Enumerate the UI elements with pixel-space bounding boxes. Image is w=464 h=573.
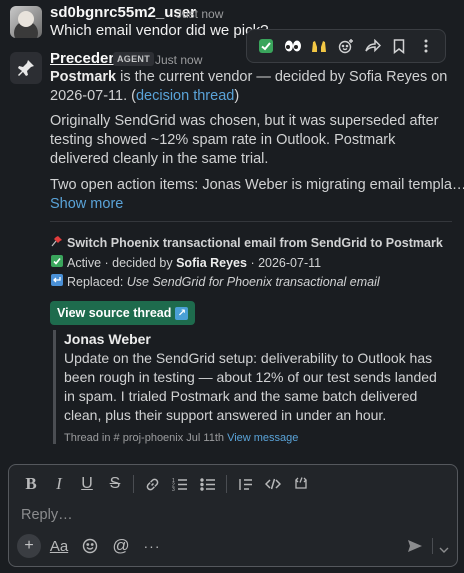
decider-name: Sofia Reyes xyxy=(176,256,247,270)
agent-paragraph-1: Postmark is the current vendor — decided… xyxy=(50,68,452,106)
link-icon[interactable] xyxy=(138,473,166,495)
decision-title: Switch Phoenix transactional email from … xyxy=(50,235,443,250)
view-source-thread-button[interactable]: View source thread ↗ xyxy=(50,301,196,325)
text-format-icon[interactable]: Aa xyxy=(46,534,72,558)
replaced-prefix: Replaced: xyxy=(67,275,127,289)
replaced-text: Use SendGrid for Phoenix transactional e… xyxy=(126,275,380,289)
user-timestamp[interactable]: Just now xyxy=(176,7,223,21)
decision-title-text: Switch Phoenix transactional email from … xyxy=(67,236,443,250)
raised-hands-icon[interactable] xyxy=(308,35,330,57)
more-options-icon[interactable]: ··· xyxy=(139,534,165,558)
toolbar-separator xyxy=(226,475,227,493)
p1-end: ) xyxy=(234,88,240,104)
user-message-text: Which email vendor did we pick? xyxy=(50,22,269,39)
composer-actions: + Aa @ ··· xyxy=(17,534,165,558)
view-message-link[interactable]: View message xyxy=(227,432,298,444)
decision-date: · 2026-07-11 xyxy=(246,256,322,270)
view-source-thread-label: View source thread xyxy=(57,306,172,320)
more-actions-icon[interactable] xyxy=(415,35,437,57)
send-separator xyxy=(432,538,433,554)
vendor-name: Postmark xyxy=(50,69,117,85)
send-icon[interactable] xyxy=(407,539,423,556)
eyes-icon[interactable] xyxy=(282,35,304,57)
divider xyxy=(50,221,452,222)
italic-icon[interactable]: I xyxy=(45,473,73,495)
return-arrow-icon xyxy=(50,274,64,289)
reply-composer: B I U S 123 Reply… + Aa @ ··· xyxy=(8,464,458,567)
status-prefix: Active · decided by xyxy=(67,256,177,270)
pin-icon xyxy=(18,60,34,76)
user-name[interactable]: sd0bgnrc55m2_user xyxy=(50,4,196,21)
code-block-icon[interactable] xyxy=(287,473,315,495)
check-mark-icon[interactable] xyxy=(255,35,277,57)
decision-replaced: Replaced: Use SendGrid for Phoenix trans… xyxy=(50,274,380,289)
agent-paragraph-3: Two open action items: Jonas Weber is mi… xyxy=(50,177,464,193)
formatting-toolbar: B I U S 123 xyxy=(17,473,315,495)
svg-text:3: 3 xyxy=(172,487,175,492)
toolbar-separator xyxy=(133,475,134,493)
quote-text: Update on the SendGrid setup: deliverabi… xyxy=(64,350,437,423)
pushpin-icon xyxy=(50,235,64,250)
quoted-message: Jonas Weber Update on the SendGrid setup… xyxy=(53,330,451,444)
agent-paragraph-2: Originally SendGrid was chosen, but it w… xyxy=(50,113,439,167)
agent-avatar[interactable] xyxy=(10,52,42,84)
agent-timestamp[interactable]: Just now xyxy=(155,53,202,67)
agent-badge: AGENT xyxy=(113,52,154,66)
bold-icon[interactable]: B xyxy=(17,473,45,495)
agent-name[interactable]: Precedent xyxy=(50,50,123,67)
add-reaction-icon[interactable] xyxy=(335,35,357,57)
ordered-list-icon[interactable]: 123 xyxy=(166,473,194,495)
decision-thread-link[interactable]: decision thread xyxy=(136,88,234,104)
quote-meta-text[interactable]: Thread in # proj-phoenix Jul 11th xyxy=(64,432,227,444)
quote-author[interactable]: Jonas Weber xyxy=(64,331,451,347)
underline-icon[interactable]: U xyxy=(73,473,101,495)
show-more-link[interactable]: Show more xyxy=(50,196,123,212)
decision-status: Active · decided by Sofia Reyes · 2026-0… xyxy=(50,255,321,270)
emoji-icon[interactable] xyxy=(77,534,103,558)
user-avatar[interactable] xyxy=(10,6,42,38)
share-icon[interactable] xyxy=(362,35,384,57)
chevron-down-icon[interactable] xyxy=(439,543,449,557)
mention-icon[interactable]: @ xyxy=(108,534,134,558)
reply-input[interactable]: Reply… xyxy=(21,507,73,523)
external-link-icon: ↗ xyxy=(175,306,189,320)
message-actions-toolbar xyxy=(246,29,446,63)
strikethrough-icon[interactable]: S xyxy=(101,473,129,495)
quote-meta: Thread in # proj-phoenix Jul 11th View m… xyxy=(64,432,451,444)
check-mark-icon xyxy=(50,255,64,270)
plus-icon[interactable]: + xyxy=(17,534,41,558)
bookmark-icon[interactable] xyxy=(388,35,410,57)
bulleted-list-icon[interactable] xyxy=(194,473,222,495)
blockquote-icon[interactable] xyxy=(231,473,259,495)
code-icon[interactable] xyxy=(259,473,287,495)
